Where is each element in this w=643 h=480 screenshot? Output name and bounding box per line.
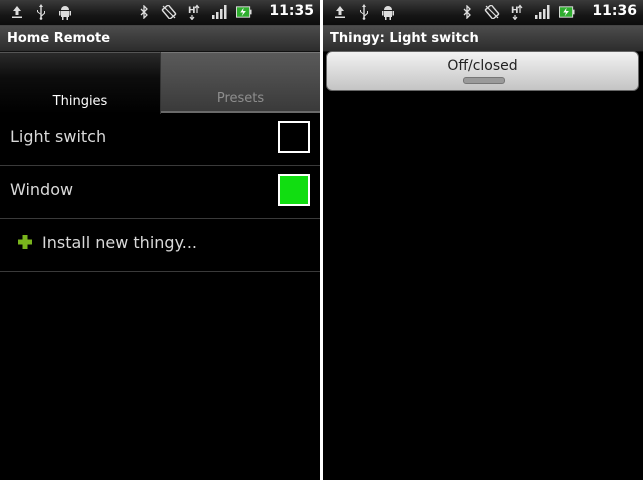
list-item-window[interactable]: Window <box>0 166 320 219</box>
upload-icon <box>9 4 25 20</box>
detail-title: Thingy: Light switch <box>323 26 643 52</box>
install-new-thingy-label: Install new thingy... <box>42 233 198 252</box>
list-item-label: Light switch <box>10 127 107 146</box>
rotation-icon <box>484 4 500 20</box>
status-time: 11:36 <box>592 3 637 19</box>
data-transfer-icon: H <box>509 4 525 20</box>
tab-presets-label: Presets <box>216 91 265 106</box>
tab-presets[interactable]: Presets <box>161 52 320 113</box>
android-debug-icon <box>57 4 73 20</box>
bluetooth-icon <box>459 4 475 20</box>
state-indicator[interactable] <box>278 121 310 153</box>
thingies-list: Light switch Window Install new thingy..… <box>0 113 320 272</box>
toggle-state-button[interactable]: Off/closed <box>326 51 639 91</box>
svg-text:H: H <box>511 6 519 16</box>
battery-charging-icon <box>559 4 575 20</box>
upload-icon <box>332 4 348 20</box>
home-screen: H 11:35 Home Remote Thingies Presets Lig… <box>0 0 320 480</box>
status-time: 11:35 <box>269 3 314 19</box>
app-title: Home Remote <box>0 26 320 52</box>
data-transfer-icon: H <box>186 4 202 20</box>
signal-icon <box>211 4 227 20</box>
tab-bar: Thingies Presets <box>0 52 320 114</box>
status-bar: H 11:35 <box>0 0 320 26</box>
install-new-thingy-item[interactable]: Install new thingy... <box>0 219 320 272</box>
usb-icon <box>33 4 49 20</box>
status-bar: H 11:36 <box>323 0 643 26</box>
list-item-label: Window <box>10 180 74 199</box>
state-indicator[interactable] <box>278 174 310 206</box>
android-debug-icon <box>380 4 396 20</box>
list-item-light-switch[interactable]: Light switch <box>0 113 320 166</box>
tab-thingies[interactable]: Thingies <box>0 52 161 114</box>
bluetooth-icon <box>136 4 152 20</box>
toggle-indicator <box>463 77 505 84</box>
rotation-icon <box>161 4 177 20</box>
thingy-detail-screen: H 11:36 Thingy: Light switch Off/closed <box>323 0 643 480</box>
signal-icon <box>534 4 550 20</box>
tab-thingies-label: Thingies <box>52 94 108 109</box>
toggle-state-label: Off/closed <box>447 58 518 74</box>
battery-charging-icon <box>236 4 252 20</box>
plus-icon <box>17 234 33 250</box>
usb-icon <box>356 4 372 20</box>
svg-text:H: H <box>188 6 196 16</box>
